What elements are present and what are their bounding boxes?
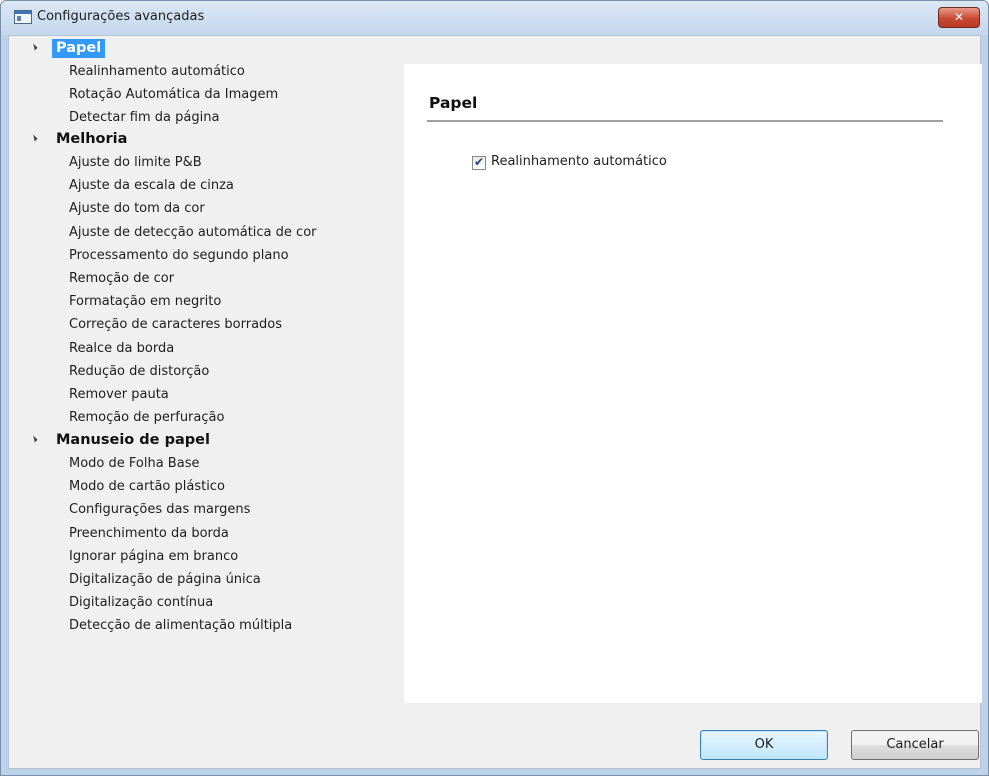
cancel-button[interactable]: Cancelar bbox=[851, 730, 979, 760]
tree-node-manuseio-papel[interactable]: Manuseio de papel bbox=[52, 431, 214, 450]
window-icon bbox=[14, 10, 32, 24]
advanced-settings-dialog: Configurações avançadas ✕ Papel Realinha… bbox=[0, 0, 989, 776]
settings-tree: Papel Realinhamento automático Rotação A… bbox=[9, 36, 403, 706]
collapse-triangle-icon[interactable] bbox=[30, 43, 38, 51]
title-bar: Configurações avançadas ✕ bbox=[1, 1, 988, 35]
tree-item-realinhamento-automatico[interactable]: Realinhamento automático bbox=[9, 60, 403, 83]
tree-item-rotacao-automatica[interactable]: Rotação Automática da Imagem bbox=[9, 83, 403, 106]
tree-group-manuseio-papel: Manuseio de papel Modo de Folha Base Mod… bbox=[9, 430, 403, 638]
collapse-triangle-icon[interactable] bbox=[30, 134, 38, 142]
tree-item-pagina-unica[interactable]: Digitalização de página única bbox=[9, 568, 403, 591]
panel-divider bbox=[427, 120, 943, 122]
dialog-content: Papel Realinhamento automático Rotação A… bbox=[8, 35, 982, 769]
tree-item-margens[interactable]: Configurações das margens bbox=[9, 498, 403, 521]
tree-group-melhoria: Melhoria Ajuste do limite P&B Ajuste da … bbox=[9, 129, 403, 429]
panel-title: Papel bbox=[429, 94, 478, 112]
tree-item-realce-borda[interactable]: Realce da borda bbox=[9, 337, 403, 360]
tree-item-remover-pauta[interactable]: Remover pauta bbox=[9, 383, 403, 406]
tree-group-header[interactable]: Melhoria bbox=[9, 129, 403, 151]
tree-item-folha-base[interactable]: Modo de Folha Base bbox=[9, 452, 403, 475]
tree-item-cartao-plastico[interactable]: Modo de cartão plástico bbox=[9, 475, 403, 498]
tree-item-detectar-fim-pagina[interactable]: Detectar fim da página bbox=[9, 106, 403, 129]
tree-item-reducao-distorcao[interactable]: Redução de distorção bbox=[9, 360, 403, 383]
tree-group-papel: Papel Realinhamento automático Rotação A… bbox=[9, 38, 403, 130]
tree-item-tom-cor[interactable]: Ajuste do tom da cor bbox=[9, 197, 403, 220]
tree-item-digitalizacao-continua[interactable]: Digitalização contínua bbox=[9, 591, 403, 614]
checkbox-label[interactable]: Realinhamento automático bbox=[491, 154, 667, 169]
checkmark-icon: ✔ bbox=[474, 155, 485, 169]
tree-item-remocao-perfuracao[interactable]: Remoção de perfuração bbox=[9, 406, 403, 429]
tree-item-caracteres-borrados[interactable]: Correção de caracteres borrados bbox=[9, 313, 403, 336]
tree-item-limite-pb[interactable]: Ajuste do limite P&B bbox=[9, 151, 403, 174]
settings-panel: Papel ✔ Realinhamento automático bbox=[404, 64, 982, 703]
close-button[interactable]: ✕ bbox=[938, 7, 980, 28]
tree-node-papel[interactable]: Papel bbox=[52, 39, 106, 58]
tree-item-segundo-plano[interactable]: Processamento do segundo plano bbox=[9, 244, 403, 267]
tree-node-melhoria[interactable]: Melhoria bbox=[52, 130, 131, 149]
collapse-triangle-icon[interactable] bbox=[30, 435, 38, 443]
tree-group-header[interactable]: Manuseio de papel bbox=[9, 430, 403, 452]
tree-item-deteccao-automatica-cor[interactable]: Ajuste de detecção automática de cor bbox=[9, 221, 403, 244]
tree-item-remocao-cor[interactable]: Remoção de cor bbox=[9, 267, 403, 290]
tree-item-escala-cinza[interactable]: Ajuste da escala de cinza bbox=[9, 174, 403, 197]
window-title: Configurações avançadas bbox=[37, 9, 205, 24]
tree-item-pagina-branco[interactable]: Ignorar página em branco bbox=[9, 545, 403, 568]
tree-item-preenchimento-borda[interactable]: Preenchimento da borda bbox=[9, 522, 403, 545]
tree-group-header[interactable]: Papel bbox=[9, 38, 403, 60]
tree-item-alimentacao-multipla[interactable]: Detecção de alimentação múltipla bbox=[9, 614, 403, 637]
tree-item-formatacao-negrito[interactable]: Formatação em negrito bbox=[9, 290, 403, 313]
ok-button[interactable]: OK bbox=[700, 730, 828, 760]
realinhamento-automatico-checkbox[interactable]: ✔ bbox=[472, 155, 486, 170]
